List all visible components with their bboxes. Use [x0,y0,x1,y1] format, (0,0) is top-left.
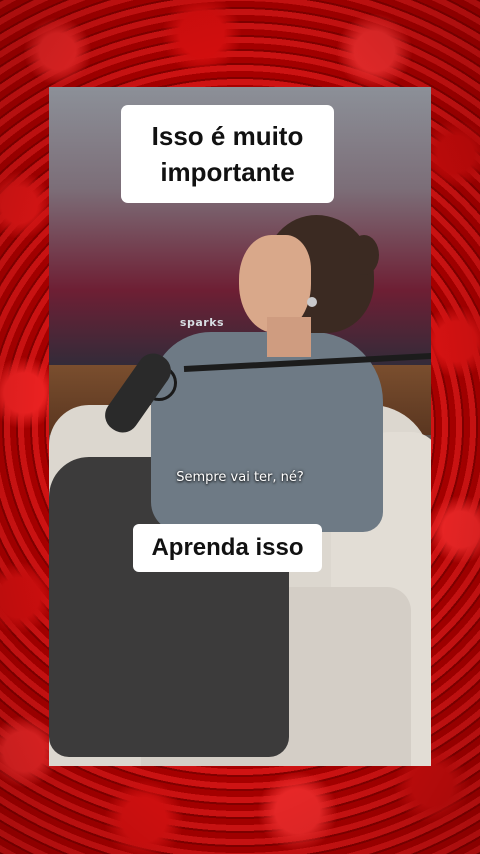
person-hair-bun [349,235,379,275]
title-overlay: Isso é muito importante [121,105,334,203]
person-neck [267,317,311,357]
reel-screen: sparks Isso é muito importante Sempre va… [0,0,480,854]
cta-overlay: Aprenda isso [133,524,322,572]
hoodie-logo-text: sparks [179,316,225,329]
video-subtitle: Sempre vai ter, né? [176,470,304,485]
earring [307,297,317,307]
